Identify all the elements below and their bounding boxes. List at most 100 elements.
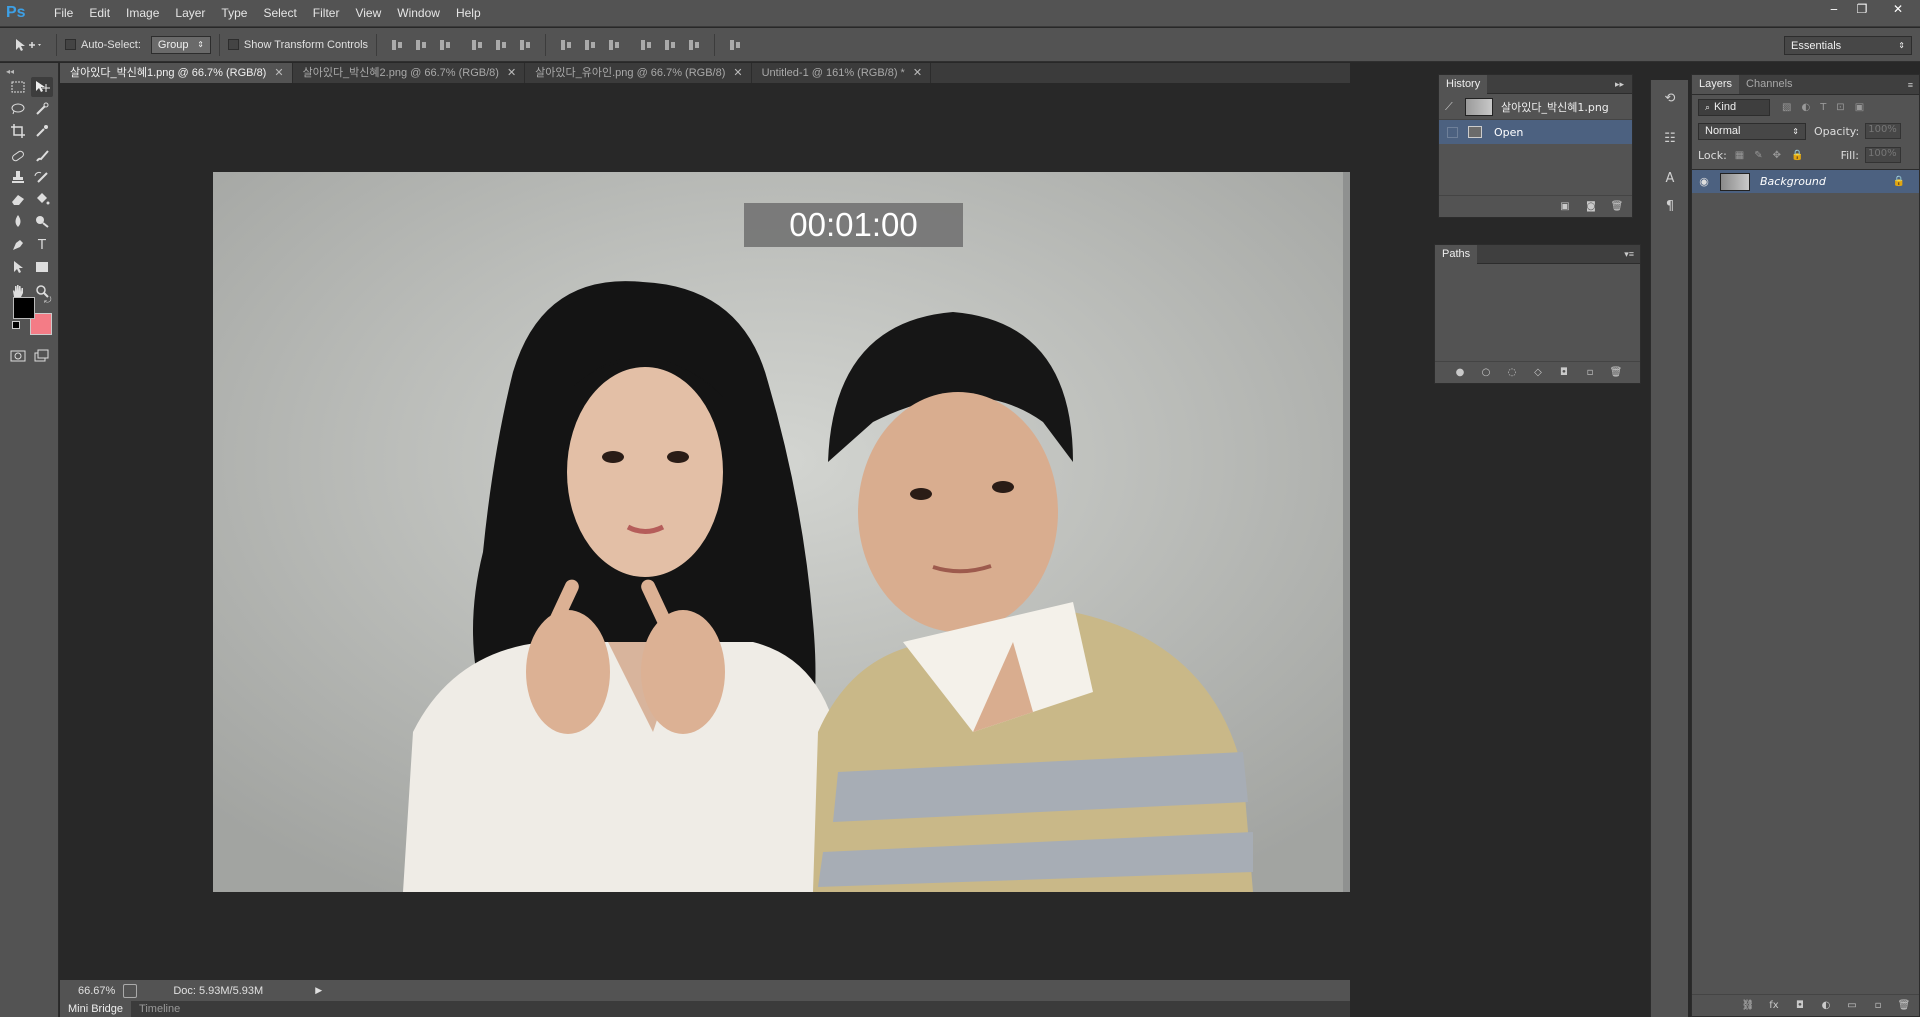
fill-path-icon[interactable]: ● — [1453, 367, 1467, 379]
trash-icon[interactable]: 🗑 — [1897, 1000, 1911, 1012]
menu-filter[interactable]: Filter — [305, 0, 348, 27]
foreground-color-swatch[interactable] — [13, 297, 35, 319]
menu-window[interactable]: Window — [389, 0, 448, 27]
move-tool-icon[interactable] — [31, 77, 53, 97]
tab-mini-bridge[interactable]: Mini Bridge — [60, 1001, 132, 1017]
opacity-input[interactable]: 100% — [1865, 123, 1902, 139]
panel-menu-icon[interactable]: ≡ — [1908, 80, 1913, 90]
pen-tool-icon[interactable] — [7, 235, 29, 255]
lasso-tool-icon[interactable] — [7, 99, 29, 119]
tab-timeline[interactable]: Timeline — [131, 1001, 188, 1017]
screen-mode-icon[interactable] — [31, 346, 53, 366]
new-path-icon[interactable]: ▫ — [1583, 367, 1597, 379]
dodge-tool-icon[interactable] — [31, 211, 53, 231]
adjustment-layer-icon[interactable]: ◐ — [1819, 1000, 1833, 1012]
distribute-left-icon[interactable] — [638, 38, 654, 52]
align-left-icon[interactable] — [469, 38, 485, 52]
menu-select[interactable]: Select — [255, 0, 304, 27]
history-brush-tool-icon[interactable] — [31, 167, 53, 187]
layer-row[interactable]: ◉ Background 🔒 — [1692, 169, 1919, 193]
filter-adjustment-icon[interactable]: ◐ — [1801, 102, 1810, 113]
distribute-hcenter-icon[interactable] — [662, 38, 678, 52]
document-image[interactable]: 00:01:00 — [213, 172, 1493, 892]
auto-select-checkbox[interactable] — [65, 39, 76, 50]
align-top-icon[interactable] — [389, 38, 405, 52]
workspace-dropdown[interactable]: Essentials ⇕ — [1784, 36, 1912, 55]
eyedropper-tool-icon[interactable] — [31, 121, 53, 141]
default-colors-icon[interactable] — [12, 321, 20, 329]
stroke-path-icon[interactable]: ○ — [1479, 367, 1493, 379]
eye-icon[interactable]: ◉ — [1692, 175, 1716, 188]
make-work-path-icon[interactable]: ◇ — [1531, 367, 1545, 379]
close-icon[interactable]: ✕ — [507, 63, 516, 83]
blur-tool-icon[interactable] — [7, 211, 29, 231]
menu-type[interactable]: Type — [213, 0, 255, 27]
distribute-vcenter-icon[interactable] — [582, 38, 598, 52]
fill-input[interactable]: 100% — [1865, 147, 1901, 163]
close-button[interactable]: ✕ — [1876, 0, 1920, 18]
swap-colors-icon[interactable]: ⤾ — [44, 296, 52, 306]
quick-selection-tool-icon[interactable] — [31, 99, 53, 119]
layer-kind-dropdown[interactable]: ⌕ Kind — [1698, 98, 1770, 116]
add-mask-icon[interactable]: ◘ — [1793, 1000, 1807, 1012]
path-selection-tool-icon[interactable] — [7, 257, 29, 277]
lock-pixels-icon[interactable]: ✎ — [1754, 150, 1762, 161]
tab-document-2[interactable]: 살아있다_박신혜2.png @ 66.7% (RGB/8) ✕ — [293, 63, 526, 83]
crop-tool-icon[interactable] — [7, 121, 29, 141]
menu-help[interactable]: Help — [448, 0, 489, 27]
distribute-bottom-icon[interactable] — [606, 38, 622, 52]
menu-file[interactable]: File — [46, 0, 81, 27]
add-mask-icon[interactable]: ◘ — [1557, 367, 1571, 379]
close-icon[interactable]: ✕ — [913, 63, 922, 83]
status-menu-arrow-icon[interactable]: ▶ — [315, 985, 322, 996]
tab-history[interactable]: History — [1439, 74, 1488, 94]
status-info-icon[interactable] — [123, 983, 138, 998]
rectangle-tool-icon[interactable] — [31, 257, 53, 277]
auto-select-dropdown[interactable]: Group ⇕ — [150, 35, 211, 54]
tab-channels[interactable]: Channels — [1739, 75, 1799, 94]
marquee-tool-icon[interactable] — [7, 77, 29, 97]
menu-layer[interactable]: Layer — [167, 0, 213, 27]
menu-image[interactable]: Image — [118, 0, 167, 27]
move-tool-preset-icon[interactable] — [8, 34, 48, 56]
filter-shape-icon[interactable]: ⊡ — [1836, 102, 1844, 113]
filter-pixel-icon[interactable]: ▧ — [1782, 102, 1791, 113]
tab-document-4[interactable]: Untitled-1 @ 161% (RGB/8) * ✕ — [752, 63, 932, 83]
lock-position-icon[interactable]: ✥ — [1773, 150, 1781, 161]
load-path-selection-icon[interactable]: ◌ — [1505, 367, 1519, 379]
show-transform-checkbox[interactable] — [227, 39, 239, 50]
tab-document-3[interactable]: 살아있다_유아인.png @ 66.7% (RGB/8) ✕ — [525, 63, 752, 83]
align-right-icon[interactable] — [517, 38, 533, 52]
camera-snapshot-icon[interactable]: ◙ — [1584, 201, 1598, 213]
minimize-button[interactable]: ‒ — [1820, 0, 1848, 18]
history-brush-source-icon[interactable]: ⟋ — [1445, 100, 1459, 114]
restore-button[interactable]: ❐ — [1848, 0, 1876, 18]
close-icon[interactable]: ✕ — [274, 63, 283, 83]
align-hcenter-icon[interactable] — [493, 38, 509, 52]
panel-expand-icon[interactable]: ▸▸ — [1615, 79, 1624, 90]
type-tool-icon[interactable]: T — [31, 235, 53, 255]
auto-align-icon[interactable] — [727, 38, 743, 52]
brush-tool-icon[interactable] — [31, 146, 53, 166]
layer-style-icon[interactable]: fx — [1767, 1000, 1781, 1012]
paragraph-panel-icon[interactable]: ¶ — [1659, 196, 1681, 216]
healing-brush-tool-icon[interactable] — [7, 146, 29, 166]
link-layers-icon[interactable]: ⛓ — [1741, 1000, 1755, 1012]
blend-mode-dropdown[interactable]: Normal ⇕ — [1698, 122, 1806, 140]
paint-bucket-tool-icon[interactable] — [31, 189, 53, 209]
new-layer-icon[interactable]: ▫ — [1871, 1000, 1885, 1012]
filter-smart-object-icon[interactable]: ▣ — [1855, 102, 1864, 113]
tab-layers[interactable]: Layers — [1692, 75, 1740, 94]
properties-panel-icon[interactable]: ☷ — [1659, 128, 1681, 148]
clone-stamp-tool-icon[interactable] — [7, 167, 29, 187]
distribute-right-icon[interactable] — [686, 38, 702, 52]
history-item[interactable]: Open — [1439, 120, 1632, 144]
panel-menu-icon[interactable]: ▾≡ — [1624, 249, 1634, 260]
quick-mask-icon[interactable] — [7, 346, 29, 366]
history-panel-icon[interactable]: ⟲ — [1659, 88, 1681, 108]
toolbox-collapse-icon[interactable]: ◂◂ — [6, 67, 14, 76]
new-group-icon[interactable]: ▭ — [1845, 1000, 1859, 1012]
tab-document-1[interactable]: 살아있다_박신혜1.png @ 66.7% (RGB/8) ✕ — [60, 63, 293, 83]
align-bottom-icon[interactable] — [437, 38, 453, 52]
menu-edit[interactable]: Edit — [81, 0, 118, 27]
